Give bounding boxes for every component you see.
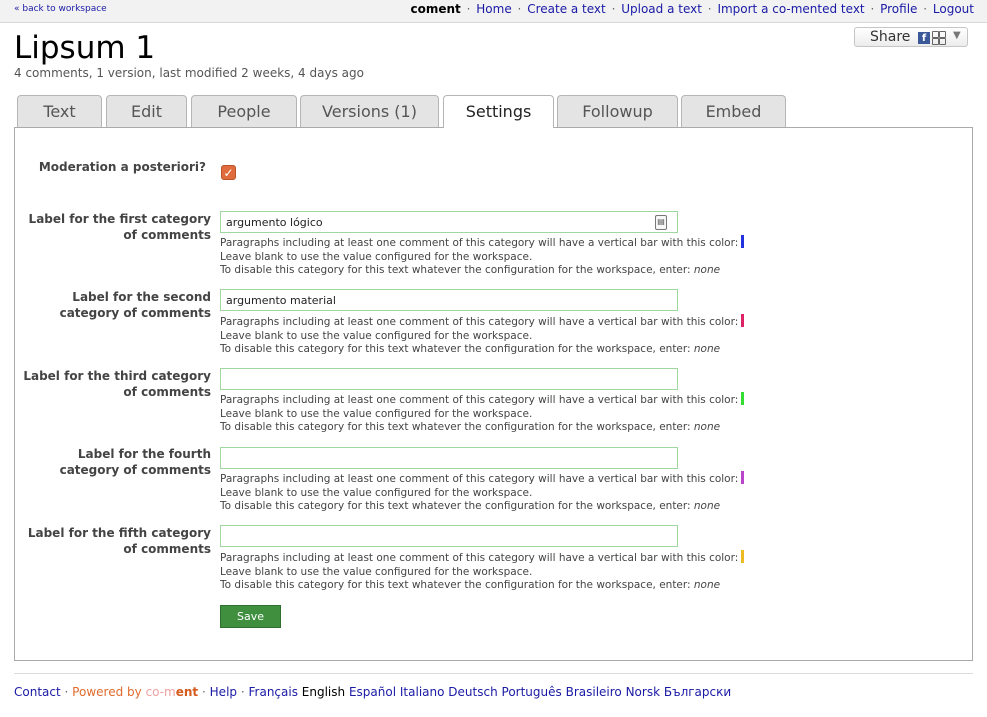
chevron-down-icon: ▼ xyxy=(953,30,961,41)
lang-spanish[interactable]: Español xyxy=(349,685,396,699)
coment-logo[interactable]: co-ment xyxy=(146,685,199,699)
page-title: Lipsum 1 xyxy=(14,30,156,66)
checkmark-icon: ✓ xyxy=(223,166,234,180)
share-label: Share xyxy=(870,29,911,45)
create-text-link[interactable]: Create a text xyxy=(527,2,606,16)
moderation-checkbox[interactable]: ✓ xyxy=(221,165,236,180)
back-to-workspace-link[interactable]: « back to workspace xyxy=(14,4,107,14)
lang-french[interactable]: Français xyxy=(249,685,298,699)
logout-link[interactable]: Logout xyxy=(933,2,974,16)
upload-text-link[interactable]: Upload a text xyxy=(621,2,702,16)
category-5-label: Label for the fifth category of comments xyxy=(27,526,211,556)
tab-versions[interactable]: Versions (1) xyxy=(300,95,439,127)
powered-by-label: Powered by xyxy=(72,685,142,699)
brand-name: coment xyxy=(410,2,461,16)
footer-divider xyxy=(14,673,973,674)
top-nav: coment · Home · Create a text · Upload a… xyxy=(410,2,974,16)
category-2-input[interactable] xyxy=(220,289,678,311)
save-button[interactable]: Save xyxy=(220,605,281,628)
category-2-help: Paragraphs including at least one commen… xyxy=(220,314,745,357)
category-1-label: Label for the first category of comments xyxy=(28,212,211,242)
moderation-label: Moderation a posteriori? xyxy=(38,160,206,174)
category-4-help: Paragraphs including at least one commen… xyxy=(220,471,745,514)
lang-norwegian[interactable]: Norsk xyxy=(626,685,660,699)
lang-portuguese[interactable]: Português Brasileiro xyxy=(502,685,622,699)
top-bar: « back to workspace coment · Home · Crea… xyxy=(0,0,987,23)
lang-bulgarian[interactable]: Български xyxy=(664,685,731,699)
tab-followup[interactable]: Followup xyxy=(557,95,678,127)
text-metadata: 4 comments, 1 version, last modified 2 w… xyxy=(14,66,364,80)
category-3-help: Paragraphs including at least one commen… xyxy=(220,392,745,435)
category-4-label: Label for the fourth category of comment… xyxy=(59,447,211,477)
contact-link[interactable]: Contact xyxy=(14,685,61,699)
import-text-link[interactable]: Import a co-mented text xyxy=(717,2,864,16)
category-4-color-swatch xyxy=(741,471,745,484)
keyboard-icon[interactable]: ▤ xyxy=(655,215,667,230)
category-2-label: Label for the second category of comment… xyxy=(59,290,211,320)
category-5-color-swatch xyxy=(741,550,745,563)
share-button[interactable]: Share f ▼ xyxy=(854,27,968,47)
category-3-label: Label for the third category of comments xyxy=(23,369,211,399)
tab-text[interactable]: Text xyxy=(17,95,102,127)
lang-italian[interactable]: Italiano xyxy=(400,685,445,699)
category-5-input[interactable] xyxy=(220,525,678,547)
tab-people[interactable]: People xyxy=(191,95,297,127)
category-2-color-swatch xyxy=(741,314,745,327)
category-4-input[interactable] xyxy=(220,447,678,469)
category-1-input[interactable] xyxy=(220,211,678,233)
home-link[interactable]: Home xyxy=(476,2,511,16)
tab-edit[interactable]: Edit xyxy=(106,95,187,127)
category-5-help: Paragraphs including at least one commen… xyxy=(220,550,745,593)
footer: Contact · Powered by co-ment · Help · Fr… xyxy=(14,685,732,699)
help-link[interactable]: Help xyxy=(210,685,237,699)
facebook-icon: f xyxy=(918,32,930,44)
tab-settings[interactable]: Settings xyxy=(443,95,554,128)
category-3-input[interactable] xyxy=(220,368,678,390)
profile-link[interactable]: Profile xyxy=(880,2,917,16)
more-services-icon xyxy=(932,31,946,45)
lang-english-current: English xyxy=(301,685,346,699)
category-1-help: Paragraphs including at least one commen… xyxy=(220,235,745,278)
category-3-color-swatch xyxy=(741,392,745,405)
tab-embed[interactable]: Embed xyxy=(681,95,786,127)
lang-german[interactable]: Deutsch xyxy=(448,685,497,699)
category-1-color-swatch xyxy=(741,235,745,248)
